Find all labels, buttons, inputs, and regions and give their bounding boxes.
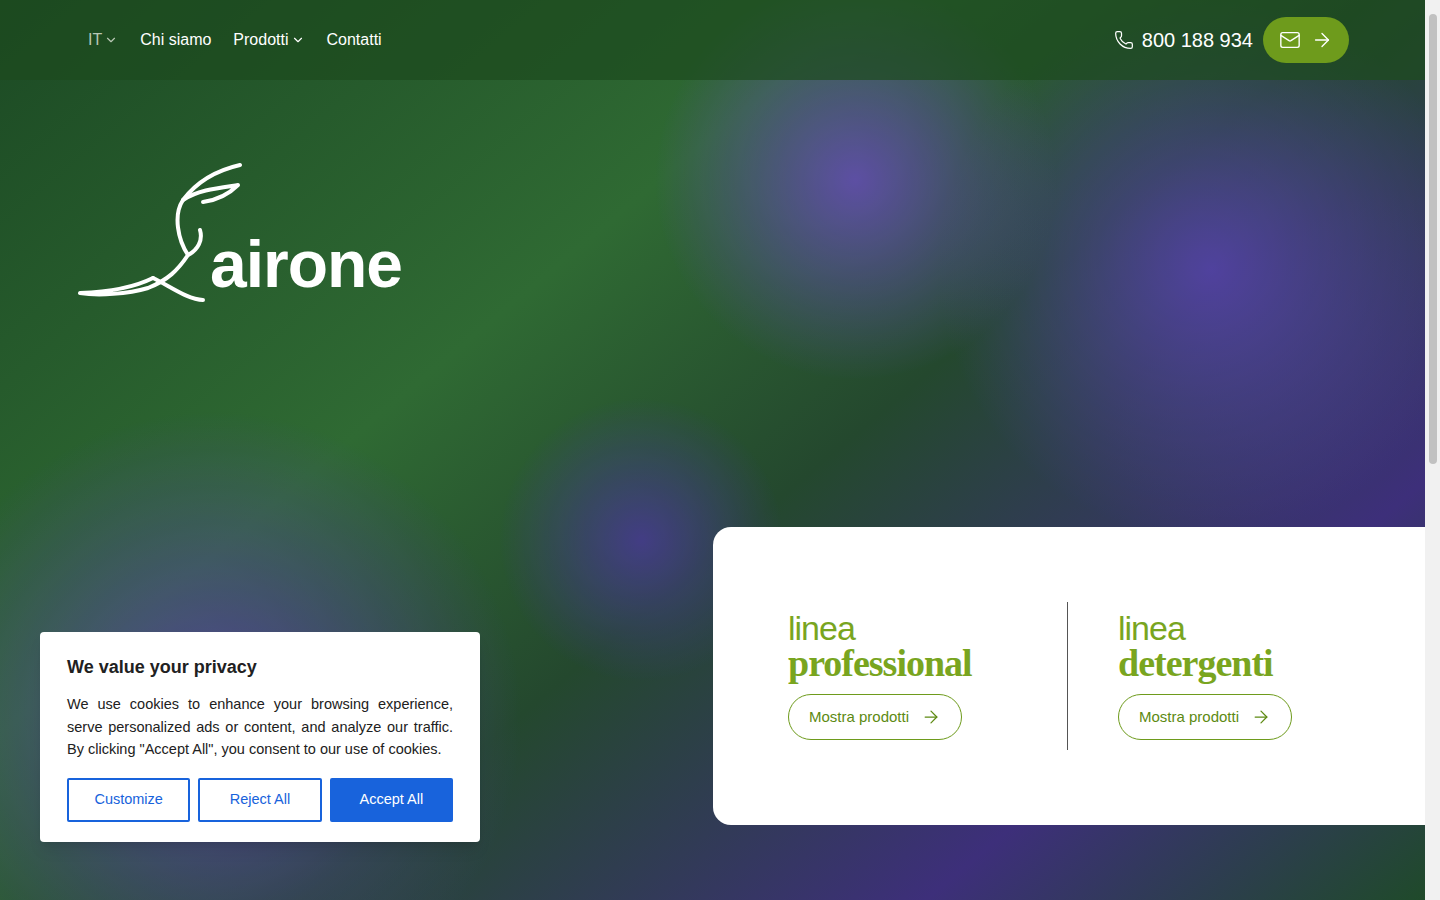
arrow-right-icon: [921, 707, 941, 727]
show-products-button[interactable]: Mostra prodotti: [788, 694, 962, 740]
cookie-text: We use cookies to enhance your browsing …: [67, 693, 453, 761]
product-line: lineadetergenti Mostra prodotti: [1068, 602, 1425, 750]
scrollbar-thumb[interactable]: [1429, 14, 1437, 464]
language-selector[interactable]: IT: [88, 28, 118, 52]
cookie-button[interactable]: Reject All: [198, 778, 321, 822]
cookie-banner: We value your privacy We use cookies to e…: [40, 632, 480, 842]
line-prefix: linea: [788, 612, 855, 644]
arrow-right-icon: [1311, 29, 1333, 51]
line-prefix: linea: [1118, 612, 1185, 644]
line-name: detergenti: [1118, 644, 1273, 682]
top-bar: IT Chi siamo Prodotti Contatti 800 188 934: [0, 0, 1425, 80]
product-line: lineaprofessional Mostra prodotti: [713, 602, 1068, 750]
main-nav: IT Chi siamo Prodotti Contatti: [88, 28, 382, 52]
nav-link[interactable]: Contatti: [327, 28, 382, 52]
arrow-right-icon: [1251, 707, 1271, 727]
mail-icon: [1279, 29, 1301, 51]
cookie-title: We value your privacy: [67, 654, 453, 681]
phone-link[interactable]: 800 188 934: [1114, 25, 1253, 55]
contact-button[interactable]: [1263, 17, 1349, 63]
hero: IT Chi siamo Prodotti Contatti 800 188 934 ai…: [0, 0, 1425, 900]
phone-icon: [1114, 30, 1134, 50]
cookie-buttons: CustomizeReject AllAccept All: [67, 778, 453, 822]
cookie-button[interactable]: Accept All: [330, 778, 453, 822]
show-products-button[interactable]: Mostra prodotti: [1118, 694, 1292, 740]
page: IT Chi siamo Prodotti Contatti 800 188 934 ai…: [0, 0, 1440, 900]
scrollbar[interactable]: [1425, 0, 1440, 900]
nav-link[interactable]: Chi siamo: [140, 28, 211, 52]
logo[interactable]: airone: [0, 80, 1425, 305]
line-name: professional: [788, 644, 972, 682]
cookie-button[interactable]: Customize: [67, 778, 190, 822]
contact-area: 800 188 934: [1114, 17, 1349, 63]
nav-link[interactable]: Prodotti: [233, 28, 304, 52]
chevron-down-icon: [291, 33, 305, 47]
product-lines-card: lineaprofessionalMostra prodottilineadet…: [713, 527, 1425, 825]
chevron-down-icon: [104, 33, 118, 47]
